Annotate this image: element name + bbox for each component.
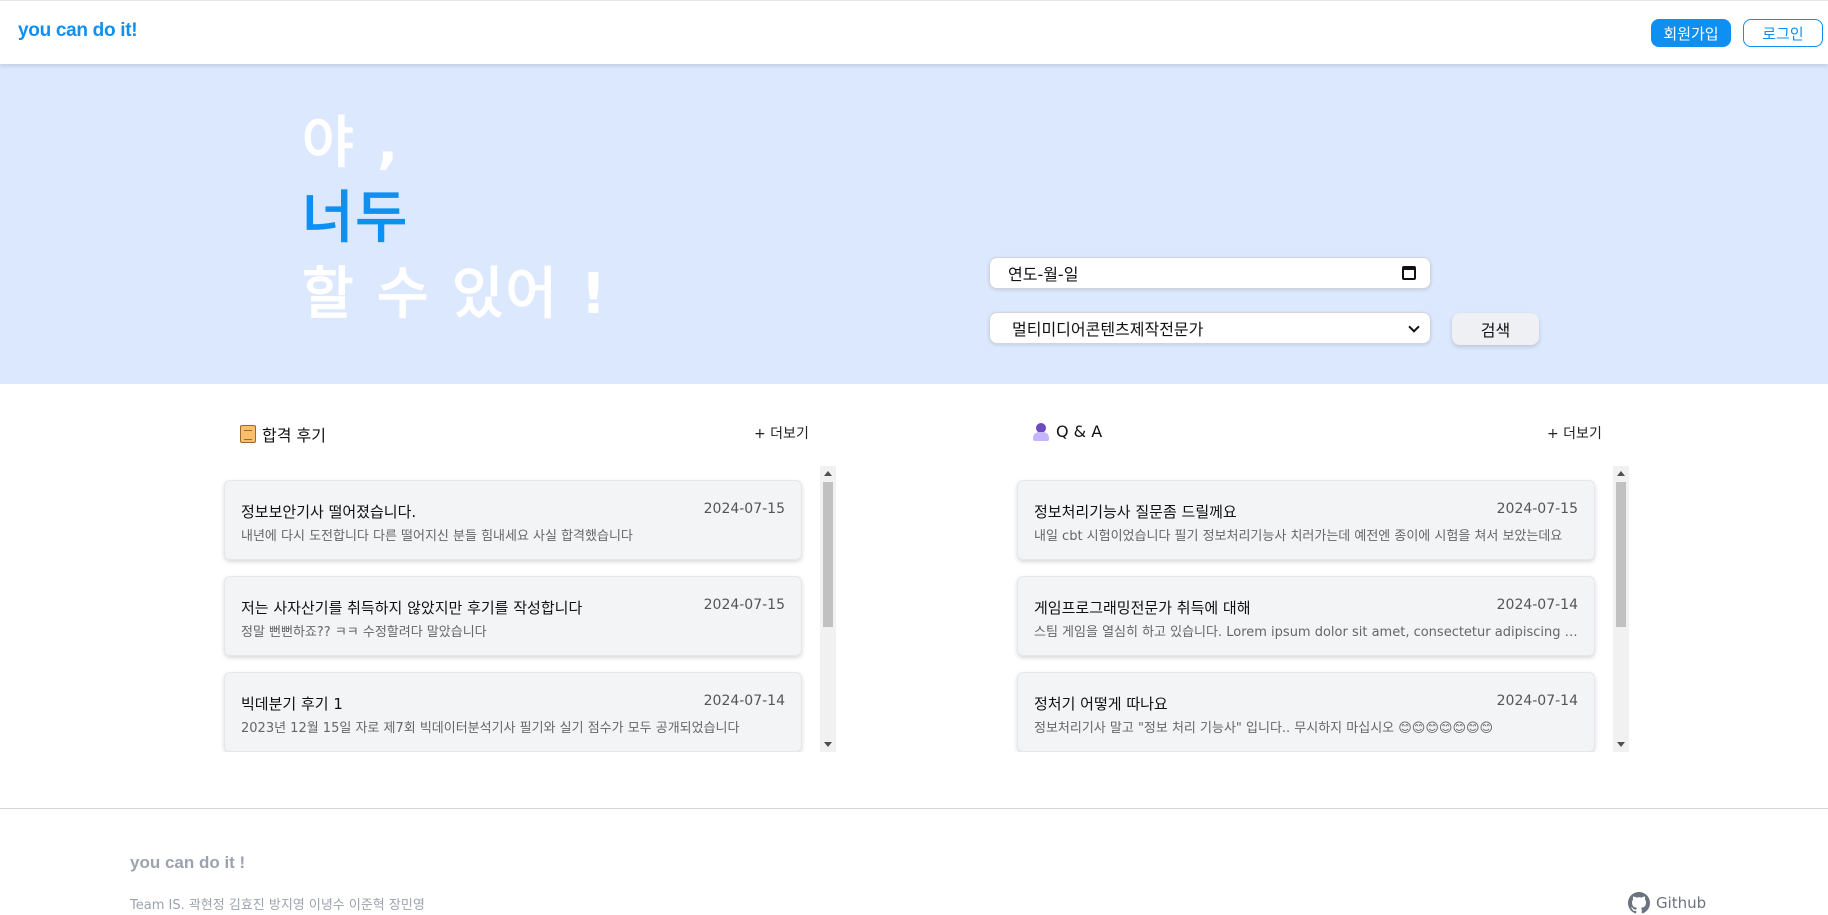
card-title: 정보보안기사 떨어졌습니다. <box>241 503 417 521</box>
qna-more-link[interactable]: + 더보기 <box>1547 423 1602 443</box>
review-card[interactable]: 정보보안기사 떨어졌습니다. 2024-07-15 내년에 다시 도전합니다 다… <box>224 480 802 560</box>
certificate-select[interactable]: 멀티미디어콘텐츠제작전문가 <box>989 312 1431 344</box>
github-link[interactable]: Github <box>1628 892 1706 914</box>
card-date: 2024-07-14 <box>1496 693 1578 709</box>
certificate-selected-value: 멀티미디어콘텐츠제작전문가 <box>1012 320 1204 339</box>
footer-divider <box>0 808 1828 809</box>
qna-list: 정보처리기능사 질문좀 드릴께요 2024-07-15 내일 cbt 시험이었습… <box>1011 466 1629 752</box>
github-label: Github <box>1656 894 1707 912</box>
date-placeholder: 연도-월-일 <box>1008 265 1079 284</box>
card-body: 2023년 12월 15일 자로 제7회 빅데이터분석기사 필기와 실기 점수가… <box>241 721 740 736</box>
qna-title-text: Q & A <box>1056 422 1103 441</box>
reviews-scrollbar[interactable] <box>820 466 836 752</box>
reviews-title-text: 합격 후기 <box>262 426 326 445</box>
reviews-list: 정보보안기사 떨어졌습니다. 2024-07-15 내년에 다시 도전합니다 다… <box>218 466 836 752</box>
calendar-icon[interactable] <box>1402 266 1416 280</box>
qna-scrollbar[interactable] <box>1613 466 1629 752</box>
card-date: 2024-07-15 <box>1496 501 1578 517</box>
scroll-down-icon[interactable] <box>824 742 832 747</box>
github-icon <box>1628 892 1650 914</box>
chevron-down-icon <box>1408 321 1420 333</box>
hero-line-2: 너두 <box>302 186 410 251</box>
card-title: 정처기 어떻게 따나요 <box>1034 695 1168 713</box>
reviews-section-title: 합격 후기 <box>240 422 326 446</box>
qna-card[interactable]: 정보처리기능사 질문좀 드릴께요 2024-07-15 내일 cbt 시험이었습… <box>1017 480 1595 560</box>
review-card[interactable]: 저는 사자산기를 취득하지 않았지만 후기를 작성합니다 2024-07-15 … <box>224 576 802 656</box>
hero-line-1: 야 , <box>302 111 401 176</box>
card-title: 빅데분기 후기 1 <box>241 695 343 713</box>
login-button[interactable]: 로그인 <box>1743 19 1823 47</box>
card-body: 내일 cbt 시험이었습니다 필기 정보처리기능사 치러가는데 예전엔 종이에 … <box>1034 529 1563 544</box>
memo-icon <box>240 425 256 443</box>
card-body: 내년에 다시 도전합니다 다른 떨어지신 분들 힘내세요 사실 합격했습니다 <box>241 529 633 544</box>
card-date: 2024-07-15 <box>703 597 785 613</box>
scroll-up-icon[interactable] <box>824 471 832 476</box>
footer-team-credits: Team IS. 곽현정 김효진 방지영 이녕수 이준혁 장민영 <box>130 898 425 913</box>
person-raising-hand-icon <box>1032 422 1050 441</box>
qna-section-title: Q & A <box>1032 422 1102 441</box>
card-title: 정보처리기능사 질문좀 드릴께요 <box>1034 503 1237 521</box>
card-body: 스팀 게임을 열심히 하고 있습니다. Lorem ipsum dolor si… <box>1034 625 1584 640</box>
site-logo[interactable]: you can do it! <box>18 20 138 42</box>
card-date: 2024-07-15 <box>703 501 785 517</box>
top-nav: you can do it! 회원가입 로그인 <box>0 0 1828 64</box>
scroll-up-icon[interactable] <box>1617 471 1625 476</box>
qna-card[interactable]: 게임프로그래밍전문가 취득에 대해 2024-07-14 스팀 게임을 열심히 … <box>1017 576 1595 656</box>
scroll-thumb[interactable] <box>1616 482 1626 627</box>
card-title: 저는 사자산기를 취득하지 않았지만 후기를 작성합니다 <box>241 599 583 617</box>
hero-banner: 야 , 너두 할 수 있어 ! 연도-월-일 멀티미디어콘텐츠제작전문가 검색 <box>0 64 1828 384</box>
scroll-thumb[interactable] <box>823 482 833 627</box>
card-date: 2024-07-14 <box>703 693 785 709</box>
reviews-more-link[interactable]: + 더보기 <box>754 423 809 443</box>
scroll-down-icon[interactable] <box>1617 742 1625 747</box>
card-title: 게임프로그래밍전문가 취득에 대해 <box>1034 599 1251 617</box>
card-body: 정보처리기사 말고 "정보 처리 기능사" 입니다.. 무시하지 마십시오 😊😊… <box>1034 721 1494 736</box>
qna-card[interactable]: 정처기 어떻게 따나요 2024-07-14 정보처리기사 말고 "정보 처리 … <box>1017 672 1595 752</box>
review-card[interactable]: 빅데분기 후기 1 2024-07-14 2023년 12월 15일 자로 제7… <box>224 672 802 752</box>
exam-date-input[interactable]: 연도-월-일 <box>989 257 1431 289</box>
card-date: 2024-07-14 <box>1496 597 1578 613</box>
search-button[interactable]: 검색 <box>1452 313 1539 345</box>
card-body: 정말 뻔뻔하죠?? ㅋㅋ 수정할려다 말았습니다 <box>241 625 487 640</box>
hero-line-3: 할 수 있어 ! <box>302 262 609 327</box>
footer-logo: you can do it ! <box>130 853 246 872</box>
signup-button[interactable]: 회원가입 <box>1651 19 1731 47</box>
